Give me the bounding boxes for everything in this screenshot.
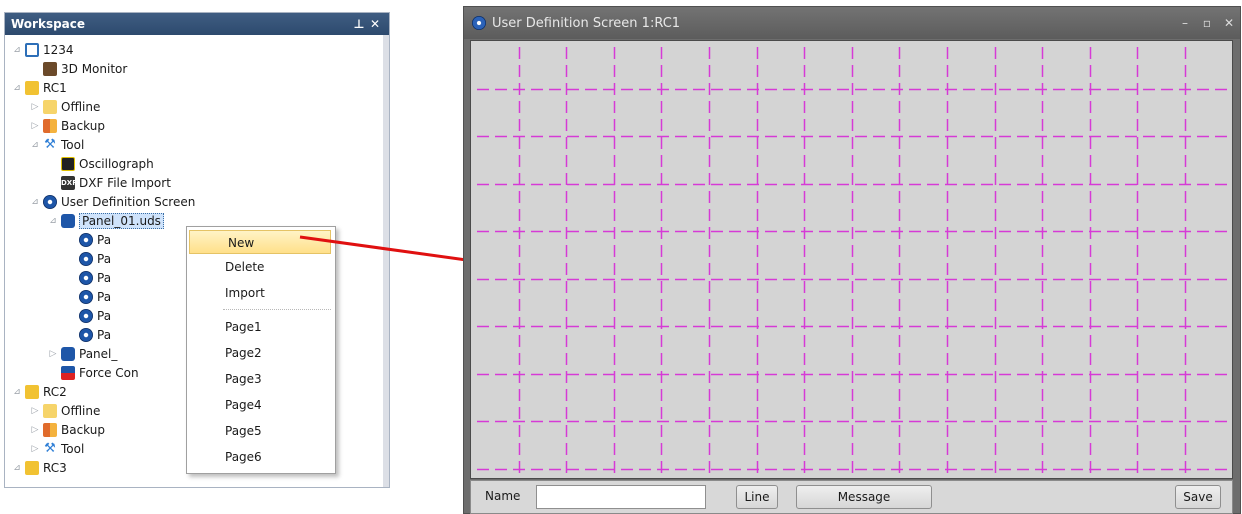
minimize-icon[interactable]: – (1174, 16, 1196, 30)
window-titlebar[interactable]: User Definition Screen 1:RC1 – ▫ ✕ (464, 7, 1240, 39)
message-button[interactable]: Message (796, 485, 932, 509)
maximize-icon[interactable]: ▫ (1196, 16, 1218, 30)
bottom-toolbar: Name Line Message Save (470, 480, 1233, 514)
canvas-grid (471, 41, 1232, 478)
window-title: User Definition Screen 1:RC1 (492, 15, 681, 31)
name-label: Name (485, 489, 521, 503)
line-button[interactable]: Line (736, 485, 778, 509)
design-canvas[interactable] (470, 40, 1233, 479)
user-definition-screen-icon (472, 16, 486, 30)
user-definition-window: User Definition Screen 1:RC1 – ▫ ✕ Name … (463, 6, 1241, 514)
name-input[interactable] (536, 485, 706, 509)
save-button[interactable]: Save (1175, 485, 1221, 509)
close-icon[interactable]: ✕ (1218, 16, 1240, 30)
